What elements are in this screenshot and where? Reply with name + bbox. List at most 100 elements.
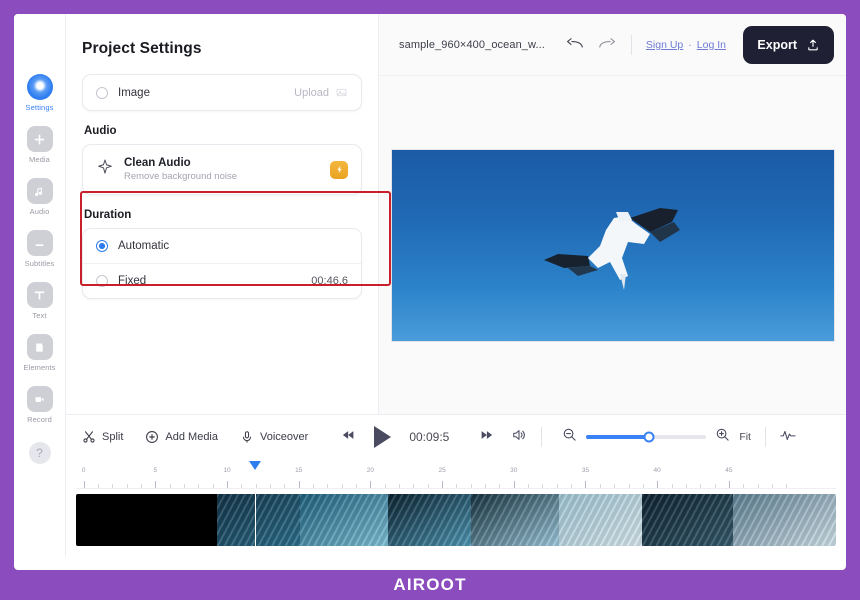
timeline-clip-thumbnail[interactable] bbox=[300, 494, 388, 546]
zoom-slider[interactable] bbox=[586, 431, 707, 443]
image-label: Image bbox=[118, 86, 150, 99]
ruler-tick-minor bbox=[284, 484, 286, 488]
clean-audio-title: Clean Audio bbox=[124, 157, 191, 169]
microphone-icon bbox=[240, 430, 254, 444]
sidebar-item-subtitles[interactable]: Subtitles bbox=[14, 230, 66, 268]
timeline[interactable]: 0 5 10 15 20 25 30 35 40 45 bbox=[66, 459, 846, 556]
waveform-icon[interactable] bbox=[780, 428, 796, 447]
upload-image-icon bbox=[336, 88, 347, 97]
timeline-clip-thumbnail[interactable] bbox=[387, 494, 472, 546]
export-button[interactable]: Export bbox=[743, 25, 834, 64]
video-camera-icon bbox=[26, 386, 53, 412]
speaker-icon[interactable] bbox=[511, 428, 527, 447]
screenshot-frame: Settings Media Audio Subtitles Text Elem… bbox=[0, 0, 860, 600]
zoom-in-icon[interactable] bbox=[715, 427, 730, 447]
ruler-tick-major bbox=[298, 481, 300, 488]
upload-icon bbox=[808, 39, 818, 50]
voiceover-label: Voiceover bbox=[260, 431, 309, 443]
image-radio[interactable] bbox=[96, 86, 108, 99]
timeline-clip-thumbnail[interactable] bbox=[558, 494, 643, 546]
fit-button[interactable]: Fit bbox=[739, 431, 751, 443]
lightning-badge-icon[interactable] bbox=[330, 160, 348, 179]
image-card: Image Upload bbox=[82, 74, 362, 111]
ruler-tick-label: 35 bbox=[581, 467, 590, 474]
clean-audio-text: Clean Audio Remove background noise bbox=[124, 157, 237, 182]
ruler-tick-minor bbox=[356, 484, 358, 488]
automatic-radio[interactable] bbox=[96, 240, 108, 252]
timeline-ruler[interactable]: 0 5 10 15 20 25 30 35 40 45 bbox=[76, 467, 836, 489]
project-settings-panel: Project Settings Image Upload Audio Clea… bbox=[66, 14, 379, 414]
ruler-tick-minor bbox=[169, 484, 171, 488]
timeline-clip-thumbnail[interactable] bbox=[76, 494, 217, 546]
ruler-tick-minor bbox=[112, 484, 114, 488]
duration-option-fixed[interactable]: Fixed 00:46.6 bbox=[83, 264, 361, 298]
transport-controls: 00:09:5 bbox=[342, 426, 527, 448]
fast-forward-icon[interactable] bbox=[479, 428, 493, 446]
voiceover-button[interactable]: Voiceover bbox=[240, 430, 308, 444]
zoom-out-icon[interactable] bbox=[562, 427, 577, 447]
ruler-tick-major bbox=[728, 481, 730, 488]
ruler-tick-minor bbox=[757, 484, 759, 488]
ruler-tick-minor bbox=[499, 484, 501, 488]
clean-audio-card[interactable]: Clean Audio Remove background noise bbox=[82, 144, 362, 195]
sidebar-rail: Settings Media Audio Subtitles Text Elem… bbox=[14, 14, 66, 556]
auth-links: Sign Up · Log In bbox=[646, 39, 726, 51]
video-preview[interactable] bbox=[390, 148, 835, 342]
ruler-tick-minor bbox=[427, 484, 429, 488]
clean-audio-subtitle: Remove background noise bbox=[124, 171, 238, 182]
split-button[interactable]: Split bbox=[82, 430, 123, 444]
ruler-tick-minor bbox=[399, 484, 401, 488]
thumbnail-texture bbox=[733, 494, 836, 546]
settings-circle-icon bbox=[26, 74, 53, 100]
help-icon[interactable]: ? bbox=[28, 442, 51, 464]
ruler-tick-minor bbox=[485, 484, 487, 488]
ruler-tick-label: 30 bbox=[510, 467, 518, 474]
sparkle-icon bbox=[96, 158, 114, 181]
play-icon[interactable] bbox=[374, 426, 392, 448]
ruler-tick-minor bbox=[700, 484, 702, 488]
split-label: Split bbox=[102, 431, 124, 443]
ruler-tick-label: 20 bbox=[366, 467, 375, 474]
sidebar-item-media[interactable]: Media bbox=[14, 126, 66, 164]
undo-arrow-icon[interactable] bbox=[565, 37, 584, 53]
zoom-slider-handle[interactable] bbox=[643, 431, 655, 443]
fixed-label: Fixed bbox=[118, 275, 147, 287]
page-title: Project Settings bbox=[82, 40, 202, 57]
ruler-tick-major bbox=[442, 481, 444, 488]
clean-audio-row[interactable]: Clean Audio Remove background noise bbox=[83, 145, 361, 194]
sidebar-item-settings[interactable]: Settings bbox=[14, 74, 66, 112]
ruler-tick-minor bbox=[542, 484, 544, 488]
brand-label: AIROOT bbox=[393, 575, 467, 594]
timeline-toolbar: Split Add Media Voiceover 00:09:5 Fit bbox=[66, 414, 846, 459]
scissors-icon bbox=[82, 430, 96, 444]
duration-option-automatic[interactable]: Automatic bbox=[83, 229, 361, 263]
timeline-clip-thumbnail[interactable] bbox=[733, 494, 836, 546]
sidebar-item-audio[interactable]: Audio bbox=[14, 178, 66, 216]
timeline-clip-thumbnail[interactable] bbox=[471, 494, 559, 546]
project-name[interactable]: sample_960×400_ocean_w... bbox=[399, 39, 545, 51]
log-in-link[interactable]: Log In bbox=[697, 39, 726, 51]
image-upload-action[interactable]: Upload bbox=[294, 86, 348, 99]
fixed-radio[interactable] bbox=[96, 275, 108, 287]
add-media-button[interactable]: Add Media bbox=[145, 430, 218, 444]
sign-up-link[interactable]: Sign Up bbox=[646, 39, 683, 51]
thumbnail-texture bbox=[642, 494, 734, 546]
timeline-clip-thumbnail[interactable] bbox=[216, 494, 301, 546]
sidebar-item-text[interactable]: Text bbox=[14, 282, 66, 320]
timeline-clip-strip[interactable] bbox=[76, 494, 836, 546]
ruler-tick-minor bbox=[327, 484, 329, 488]
thumbnail-texture bbox=[300, 494, 388, 546]
sidebar-item-record[interactable]: Record bbox=[14, 386, 66, 424]
ruler-tick-minor bbox=[470, 484, 472, 488]
ruler-tick-minor bbox=[270, 484, 271, 488]
redo-arrow-icon[interactable] bbox=[598, 37, 617, 53]
timeline-clip-thumbnail[interactable] bbox=[642, 494, 734, 546]
sidebar-item-label: Subtitles bbox=[24, 259, 55, 268]
sidebar-item-label: Audio bbox=[29, 207, 50, 216]
rewind-icon[interactable] bbox=[342, 428, 356, 446]
sidebar-item-elements[interactable]: Elements bbox=[14, 334, 66, 372]
ruler-tick-minor bbox=[771, 484, 773, 488]
shapes-icon bbox=[26, 334, 53, 360]
ruler-tick-major bbox=[513, 481, 515, 488]
image-option-row[interactable]: Image Upload bbox=[83, 75, 361, 110]
